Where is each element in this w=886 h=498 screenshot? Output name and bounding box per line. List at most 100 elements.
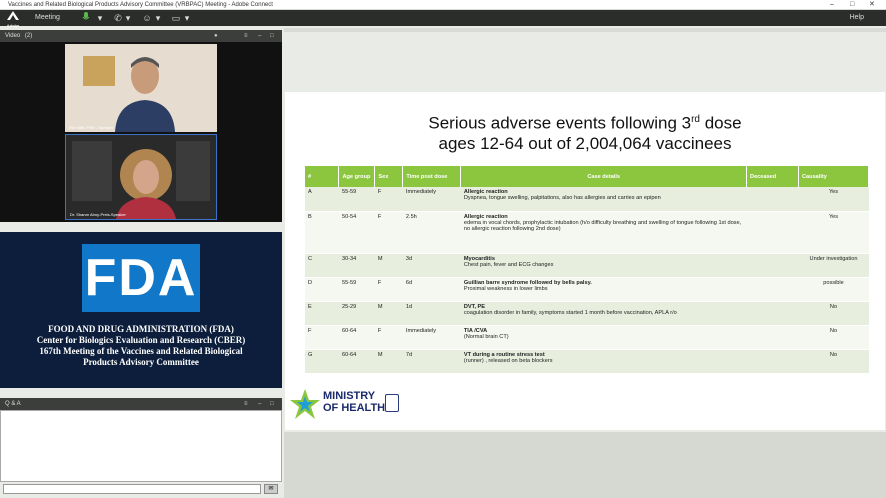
cell-age: 55-59: [338, 187, 375, 212]
cell-causality: Yes: [798, 187, 869, 212]
cell-age: 60-64: [338, 349, 375, 374]
video-pod-header: Video (2) ● ≡ – □: [0, 30, 282, 42]
video-pod-count: (2): [24, 33, 33, 39]
cell-time: 2.5h: [402, 211, 461, 254]
table-row: B 50-54 F 2.5h Allergic reaction edema in…: [305, 211, 869, 254]
cell-deceased: [746, 187, 799, 212]
qa-input[interactable]: [3, 484, 261, 494]
fda-banner-pod: FDA FOOD AND DRUG ADMINISTRATION (FDA) C…: [0, 232, 282, 388]
column-header: Case details: [460, 166, 748, 187]
minimize-pod-icon[interactable]: –: [258, 30, 261, 42]
maximize-pod-icon[interactable]: □: [270, 30, 274, 42]
cell-deceased: [746, 211, 799, 254]
fda-line: Center for Biologics Evaluation and Rese…: [36, 335, 246, 345]
video-tile[interactable]: Ron Milo, PhD - Speaker: [65, 44, 217, 132]
microphone-icon[interactable]: [80, 12, 92, 24]
cell-id: D: [305, 277, 339, 302]
cell-sex: M: [374, 253, 403, 278]
cell-time: 1d: [402, 301, 461, 326]
participant-name: Ron Milo, PhD - Speaker: [69, 125, 114, 130]
column-header: Deceased: [746, 166, 799, 187]
cell-id: B: [305, 211, 339, 254]
cell-sex: F: [374, 277, 403, 302]
cell-details: Myocarditis Chest pain, fever and ECG cha…: [460, 253, 747, 278]
fda-line: FOOD AND DRUG ADMINISTRATION (FDA): [48, 324, 234, 334]
column-header: Age group: [338, 166, 376, 187]
cell-deceased: [746, 325, 799, 350]
cell-age: 25-29: [338, 301, 375, 326]
video-tile[interactable]: Dr. Sharon Alroy-Preis-Speaker: [65, 134, 217, 220]
cell-sex: F: [374, 325, 403, 350]
menu-bar: Adobe Meeting ▾ ✆ ▾ ☺ ▾ ▭ ▾ Help: [0, 10, 886, 28]
maximize-button[interactable]: □: [850, 0, 854, 10]
fda-logo: FDA: [82, 244, 200, 312]
cell-time: Immediately: [402, 325, 461, 350]
video-pod: Ron Milo, PhD - Speaker Dr. Sharon Alroy…: [0, 42, 282, 222]
cell-sex: F: [374, 211, 403, 254]
meeting-menu[interactable]: Meeting: [35, 10, 60, 26]
fda-line: 167th Meeting of the Vaccines and Relate…: [39, 346, 243, 356]
table-row: A 55-59 F Immediately Allergic reaction D…: [305, 187, 869, 212]
ministry-of-health-logo: MINISTRY OF HEALTH: [289, 384, 409, 424]
share-pod-toolbar: [284, 28, 886, 32]
participant-name: Dr. Sharon Alroy-Preis-Speaker: [70, 212, 126, 217]
cell-sex: M: [374, 301, 403, 326]
minimize-pod-icon[interactable]: –: [258, 398, 261, 410]
slide-title: Serious adverse events following 3rd dos…: [428, 113, 742, 153]
cell-id: F: [305, 325, 339, 350]
adobe-logo-icon: Adobe: [6, 11, 20, 28]
cell-time: 3d: [402, 253, 461, 278]
cell-time: 6d: [402, 277, 461, 302]
maximize-pod-icon[interactable]: □: [270, 398, 274, 410]
cell-causality: possible: [798, 277, 869, 302]
table-row: E 25-29 M 1d DVT, PE coagulation disorder…: [305, 301, 869, 326]
cell-causality: Yes: [798, 211, 869, 254]
fda-banner-text: FOOD AND DRUG ADMINISTRATION (FDA) Cente…: [0, 324, 282, 368]
cell-causality: No: [798, 301, 869, 326]
cell-age: 50-54: [338, 211, 375, 254]
help-menu[interactable]: Help: [850, 10, 864, 26]
table-row: G 60-64 M 7d VT during a routine stress …: [305, 349, 869, 374]
pod-menu-icon[interactable]: ≡: [244, 398, 248, 410]
qa-pod-title: Q & A: [5, 401, 21, 407]
video-pod-title: Video: [5, 33, 21, 39]
cell-deceased: [746, 301, 799, 326]
cell-age: 60-64: [338, 325, 375, 350]
pod-menu-icon[interactable]: ≡: [244, 30, 248, 42]
cell-id: E: [305, 301, 339, 326]
cell-details: VT during a routine stress test (runner) …: [460, 349, 747, 374]
qa-message-area: [0, 410, 282, 482]
cell-deceased: [746, 253, 799, 278]
cell-time: Immediately: [402, 187, 461, 212]
fda-line: Products Advisory Committee: [83, 357, 199, 367]
state-emblem-icon: [385, 394, 399, 412]
chevron-down-icon[interactable]: ▾: [122, 12, 134, 24]
cell-sex: F: [374, 187, 403, 212]
column-header: Causality: [798, 166, 869, 187]
table-row: C 30-34 M 3d Myocarditis Chest pain, feve…: [305, 253, 869, 278]
adverse-events-table: # Age group Sex Time post dose Case deta…: [305, 166, 869, 374]
ministry-logo-line: OF HEALTH: [323, 402, 386, 414]
cell-deceased: [746, 349, 799, 374]
cell-details: Allergic reaction edema in vocal chords, …: [460, 211, 747, 254]
column-header: Sex: [374, 166, 404, 187]
camera-icon[interactable]: ●: [214, 30, 218, 42]
cell-id: G: [305, 349, 339, 374]
cell-details: TIA /CVA (Normal brain CT): [460, 325, 747, 350]
chevron-down-icon[interactable]: ▾: [152, 12, 164, 24]
qa-pod-header: Q & A ≡ – □: [0, 398, 282, 410]
cell-deceased: [746, 277, 799, 302]
chevron-down-icon[interactable]: ▾: [181, 12, 193, 24]
minimize-button[interactable]: –: [830, 0, 834, 10]
close-button[interactable]: ✕: [869, 0, 875, 10]
cell-causality: No: [798, 325, 869, 350]
window-title-bar: Vaccines and Related Biological Products…: [0, 0, 886, 10]
table-row: D 55-59 F 6d Guillian barre syndrome fol…: [305, 277, 869, 302]
window-title: Vaccines and Related Biological Products…: [8, 2, 273, 8]
ministry-logo-line: MINISTRY: [323, 390, 376, 402]
cell-age: 55-59: [338, 277, 375, 302]
cell-details: Allergic reaction Dyspnea, tongue swellin…: [460, 187, 747, 212]
chevron-down-icon[interactable]: ▾: [94, 12, 106, 24]
table-header-row: # Age group Sex Time post dose Case deta…: [305, 166, 869, 187]
send-icon[interactable]: ✉: [264, 484, 278, 494]
